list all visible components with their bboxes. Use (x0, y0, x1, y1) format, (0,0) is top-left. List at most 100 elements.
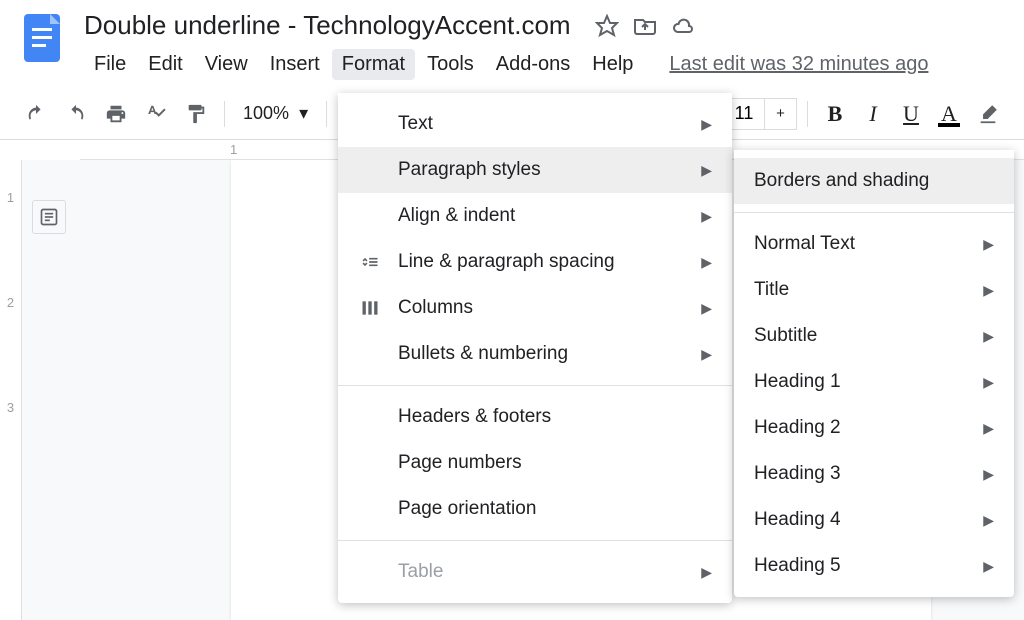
paint-format-icon[interactable] (178, 96, 214, 132)
menu-text[interactable]: Text ▶ (338, 101, 732, 147)
submenu-label: Borders and shading (754, 170, 994, 192)
submenu-label: Heading 4 (754, 509, 983, 531)
chevron-right-icon: ▶ (701, 162, 712, 179)
chevron-right-icon: ▶ (701, 300, 712, 317)
text-color-button[interactable]: A (932, 97, 966, 131)
submenu-borders-shading[interactable]: Borders and shading (734, 158, 1014, 204)
menu-line-spacing[interactable]: Line & paragraph spacing ▶ (338, 239, 732, 285)
submenu-heading-4[interactable]: Heading 4 ▶ (734, 497, 1014, 543)
menu-view[interactable]: View (195, 49, 258, 80)
blank-icon (358, 204, 382, 228)
italic-button[interactable]: I (856, 97, 890, 131)
chevron-right-icon: ▶ (983, 420, 994, 437)
spellcheck-icon[interactable] (138, 96, 174, 132)
toolbar-separator (326, 101, 327, 127)
menu-separator (338, 385, 732, 386)
menu-label: Page numbers (398, 452, 712, 474)
blank-icon (358, 158, 382, 182)
menu-headers-footers[interactable]: Headers & footers (338, 394, 732, 440)
paragraph-styles-submenu: Borders and shading Normal Text ▶ Title … (734, 150, 1014, 597)
menu-bar: File Edit View Insert Format Tools Add-o… (84, 49, 1004, 80)
menu-columns[interactable]: Columns ▶ (338, 285, 732, 331)
submenu-heading-1[interactable]: Heading 1 ▶ (734, 359, 1014, 405)
font-size-plus[interactable]: + (765, 98, 797, 130)
menu-separator (734, 212, 1014, 213)
chevron-right-icon: ▶ (983, 236, 994, 253)
blank-icon (358, 342, 382, 366)
toolbar-separator (807, 101, 808, 127)
ruler-tick: 1 (230, 142, 237, 157)
chevron-right-icon: ▶ (983, 558, 994, 575)
menu-table[interactable]: Table ▶ (338, 549, 732, 595)
underline-button[interactable]: U (894, 97, 928, 131)
zoom-select[interactable]: 100% ▾ (235, 99, 316, 128)
docs-logo[interactable] (20, 10, 64, 66)
submenu-heading-3[interactable]: Heading 3 ▶ (734, 451, 1014, 497)
menu-format[interactable]: Format (332, 49, 415, 80)
redo-icon[interactable] (58, 96, 94, 132)
header: Double underline - TechnologyAccent.com … (0, 0, 1024, 80)
blank-icon (358, 112, 382, 136)
font-size-control: + (723, 98, 797, 130)
submenu-label: Heading 1 (754, 371, 983, 393)
submenu-heading-5[interactable]: Heading 5 ▶ (734, 543, 1014, 589)
blank-icon (358, 497, 382, 521)
chevron-right-icon: ▶ (701, 564, 712, 581)
menu-label: Line & paragraph spacing (398, 251, 685, 273)
columns-icon (358, 296, 382, 320)
menu-tools[interactable]: Tools (417, 49, 484, 80)
ruler-tick: 3 (0, 400, 21, 415)
submenu-label: Normal Text (754, 233, 983, 255)
menu-page-numbers[interactable]: Page numbers (338, 440, 732, 486)
star-icon[interactable] (595, 14, 619, 38)
submenu-label: Subtitle (754, 325, 983, 347)
ruler-tick: 2 (0, 295, 21, 310)
title-row: Double underline - TechnologyAccent.com (84, 10, 1004, 41)
submenu-heading-2[interactable]: Heading 2 ▶ (734, 405, 1014, 451)
undo-icon[interactable] (18, 96, 54, 132)
submenu-label: Title (754, 279, 983, 301)
ruler-vertical[interactable]: 1 2 3 (0, 160, 22, 620)
line-spacing-icon (358, 250, 382, 274)
chevron-right-icon: ▶ (983, 328, 994, 345)
menu-insert[interactable]: Insert (260, 49, 330, 80)
submenu-subtitle[interactable]: Subtitle ▶ (734, 313, 1014, 359)
menu-label: Align & indent (398, 205, 685, 227)
chevron-right-icon: ▶ (983, 512, 994, 529)
ruler-tick: 1 (0, 190, 21, 205)
print-icon[interactable] (98, 96, 134, 132)
last-edit-link[interactable]: Last edit was 32 minutes ago (669, 53, 928, 76)
outline-icon[interactable] (32, 200, 66, 234)
submenu-title[interactable]: Title ▶ (734, 267, 1014, 313)
menu-label: Bullets & numbering (398, 343, 685, 365)
move-folder-icon[interactable] (633, 14, 657, 38)
menu-align-indent[interactable]: Align & indent ▶ (338, 193, 732, 239)
menu-file[interactable]: File (84, 49, 136, 80)
menu-separator (338, 540, 732, 541)
menu-label: Table (398, 561, 685, 583)
highlight-color-icon[interactable] (970, 96, 1006, 132)
submenu-normal-text[interactable]: Normal Text ▶ (734, 221, 1014, 267)
outline-sidebar (22, 160, 76, 620)
menu-addons[interactable]: Add-ons (486, 49, 581, 80)
menu-label: Page orientation (398, 498, 712, 520)
chevron-down-icon: ▾ (299, 103, 308, 124)
cloud-saved-icon[interactable] (671, 14, 695, 38)
menu-label: Text (398, 113, 685, 135)
menu-paragraph-styles[interactable]: Paragraph styles ▶ (338, 147, 732, 193)
chevron-right-icon: ▶ (701, 116, 712, 133)
chevron-right-icon: ▶ (983, 466, 994, 483)
menu-page-orientation[interactable]: Page orientation (338, 486, 732, 532)
menu-bullets-numbering[interactable]: Bullets & numbering ▶ (338, 331, 732, 377)
chevron-right-icon: ▶ (701, 208, 712, 225)
submenu-label: Heading 5 (754, 555, 983, 577)
bold-button[interactable]: B (818, 97, 852, 131)
menu-label: Paragraph styles (398, 159, 685, 181)
blank-icon (358, 560, 382, 584)
menu-edit[interactable]: Edit (138, 49, 192, 80)
menu-label: Headers & footers (398, 406, 712, 428)
chevron-right-icon: ▶ (983, 282, 994, 299)
document-title[interactable]: Double underline - TechnologyAccent.com (84, 10, 571, 41)
menu-help[interactable]: Help (582, 49, 643, 80)
toolbar-separator (224, 101, 225, 127)
